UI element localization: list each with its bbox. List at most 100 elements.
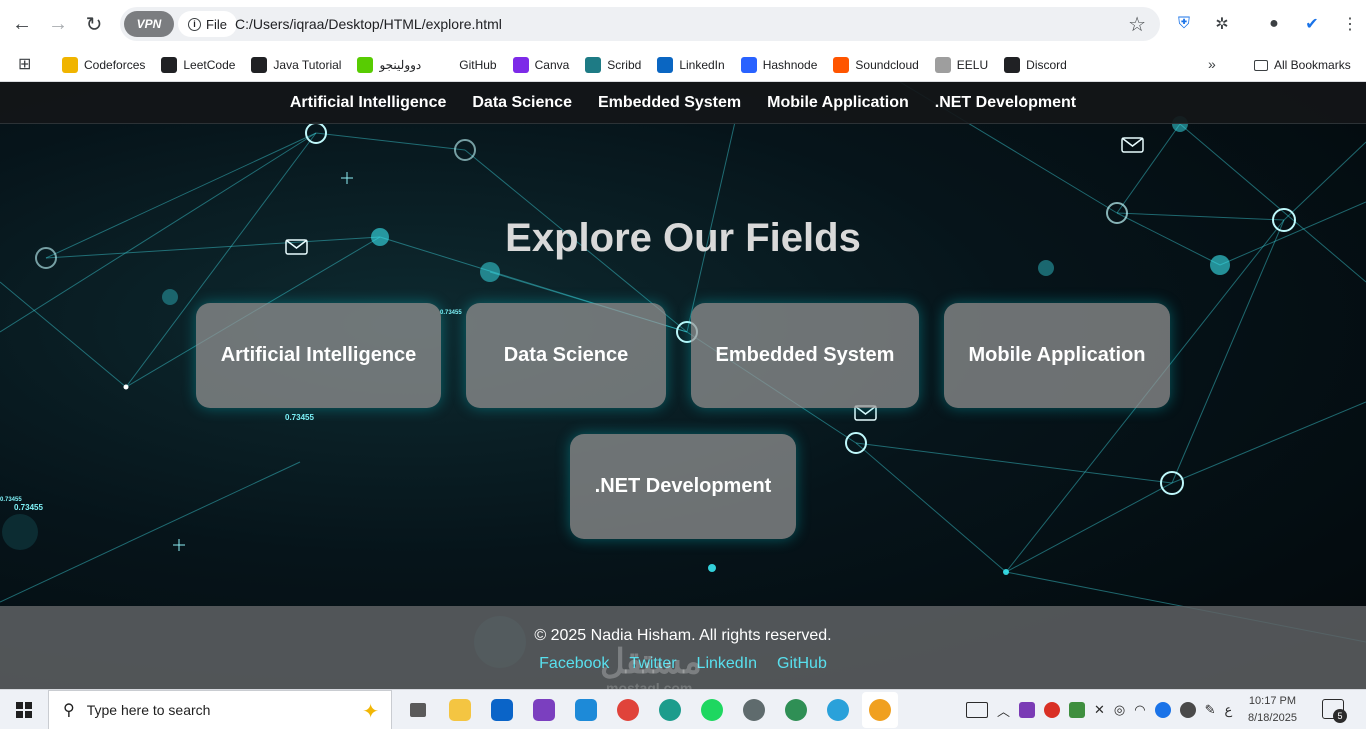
profile-icon[interactable]: ● [1262,12,1286,36]
bookmark-item[interactable]: Scribd [585,57,641,73]
chrome-icon[interactable] [610,692,646,728]
info-icon: i [188,17,201,31]
security-shield-icon[interactable]: ✔ [1300,12,1324,36]
bookmark-item[interactable]: Codeforces [62,57,145,73]
vscode-icon[interactable] [568,692,604,728]
bookmark-label: Hashnode [762,58,818,72]
file-explorer-icon[interactable] [442,692,478,728]
webcam-icon[interactable]: ◎ [1114,702,1125,718]
reload-icon[interactable]: ↻ [80,10,108,38]
nav-link-ai[interactable]: Artificial Intelligence [290,94,446,112]
page-viewport: 0.73455 0.73455 0.73455 0.73455 Artifici… [0,82,1366,689]
bookmark-favicon-icon [934,57,951,73]
start-button[interactable] [0,690,48,729]
field-card-data-science[interactable]: Data Science [466,303,666,408]
screen-icon[interactable] [966,702,988,718]
bookmark-item[interactable]: Discord [1004,57,1067,73]
field-card-embedded[interactable]: Embedded System [691,303,919,408]
puzzle-extensions-icon[interactable]: ✲ [1210,12,1234,36]
spotify-icon[interactable] [694,692,730,728]
forward-arrow-icon[interactable]: → [44,10,72,38]
bookmark-item[interactable]: دوولينجو [357,57,421,73]
nvidia-icon[interactable] [1069,702,1086,718]
menu-kebab-icon[interactable]: ⋮ [1338,12,1362,36]
bookmark-item[interactable]: LeetCode [161,57,235,73]
nav-link-dotnet[interactable]: .NET Development [935,94,1076,112]
task-view-icon[interactable] [400,692,436,728]
windows-taskbar: ⚲ Type here to search ✦ ︿ ✕ ◎ ◠ ✎ ع 10:1… [0,689,1366,729]
onedrive-work-icon[interactable] [1179,702,1196,718]
browser-toolbar: ← → ↻ VPN i File C:/Users/iqraa/Desktop/… [0,0,1366,48]
pinned-apps [400,690,898,729]
site-info-chip[interactable]: i File [178,11,237,37]
bg-number: 0.73455 [0,497,22,503]
bookmark-favicon-icon [161,57,178,73]
footer-link-facebook[interactable]: Facebook [539,655,609,673]
outlook-icon[interactable] [484,692,520,728]
speaker-muted-icon[interactable]: ✕ [1094,702,1105,718]
folder-icon [1254,59,1268,71]
search-icon: ⚲ [63,702,75,719]
bookmark-label: GitHub [459,58,497,72]
browser-active-icon[interactable] [862,692,898,728]
chrome-profile-n-icon[interactable] [778,692,814,728]
page-title: Explore Our Fields [505,216,861,260]
field-card-ai[interactable]: Artificial Intelligence [196,303,441,408]
nav-link-mobile[interactable]: Mobile Application [767,94,909,112]
bookmark-label: Codeforces [84,58,146,72]
wifi-icon[interactable]: ◠ [1134,702,1145,718]
system-tray: ︿ ✕ ◎ ◠ ✎ ع [966,690,1232,729]
bookmark-item[interactable]: LinkedIn [657,57,725,73]
more-bookmarks-icon[interactable]: » [1208,56,1216,72]
site-footer: © 2025 Nadia Hisham. All rights reserved… [0,606,1366,689]
onenote-icon[interactable] [1019,702,1036,718]
footer-link-linkedin[interactable]: LinkedIn [697,655,758,673]
bookmark-star-icon[interactable]: ☆ [1128,12,1146,37]
site-navbar: Artificial Intelligence Data Science Emb… [0,82,1366,124]
bookmark-item[interactable]: Canva [512,57,569,73]
bookmark-item[interactable]: Java Tutorial [251,57,341,73]
watermark-url: mostaql.com [606,680,693,689]
all-bookmarks-button[interactable]: All Bookmarks [1254,48,1351,82]
bookmark-favicon-icon [1004,57,1021,73]
back-arrow-icon[interactable]: ← [8,10,36,38]
bookmark-favicon-icon [437,57,454,73]
bookmark-item[interactable]: Soundcloud [833,57,919,73]
telegram-icon[interactable] [820,692,856,728]
address-bar[interactable]: VPN i File C:/Users/iqraa/Desktop/HTML/e… [120,7,1160,41]
footer-link-github[interactable]: GitHub [777,655,827,673]
bookmark-label: EELU [956,58,989,72]
visual-studio-icon[interactable] [526,692,562,728]
bg-number: 0.73455 [285,413,314,422]
nav-link-data-science[interactable]: Data Science [472,94,572,112]
taskbar-search[interactable]: ⚲ Type here to search ✦ [48,690,392,729]
edge-icon[interactable] [652,692,688,728]
field-card-dotnet[interactable]: .NET Development [570,434,796,539]
bookmark-label: Java Tutorial [273,58,342,72]
nav-link-embedded[interactable]: Embedded System [598,94,741,112]
chrome-tray-icon[interactable] [1044,702,1061,718]
notification-badge: 5 [1333,709,1347,723]
bookmark-label: LeetCode [183,58,236,72]
chrome-profile-icon[interactable] [736,692,772,728]
vpn-badge[interactable]: VPN [124,11,174,37]
extension-area: ⛨ ✲ ● ✔ ⋮ [1172,12,1362,36]
pen-icon[interactable]: ✎ [1205,702,1216,718]
bookmark-item[interactable]: Hashnode [740,57,818,73]
windows-logo-icon [16,702,32,718]
bookmark-label: LinkedIn [679,58,725,72]
language-indicator[interactable]: ع [1225,702,1233,718]
shield-extension-icon[interactable]: ⛨ [1172,12,1196,36]
url-text[interactable]: C:/Users/iqraa/Desktop/HTML/explore.html [235,16,502,32]
chevron-up-icon[interactable]: ︿ [997,701,1010,720]
system-clock[interactable]: 10:17 PM 8/18/2025 [1248,693,1297,727]
bookmark-label: Soundcloud [855,58,919,72]
bookmark-item[interactable]: GitHub [437,57,497,73]
bookmark-favicon-icon [585,57,602,73]
bookmark-item[interactable]: EELU [934,57,989,73]
onedrive-icon[interactable] [1154,702,1171,718]
bookmark-label: Scribd [607,58,642,72]
field-card-mobile[interactable]: Mobile Application [944,303,1170,408]
apps-grid-icon[interactable]: ⊞ [18,54,31,74]
sparkle-icon: ✦ [362,701,379,723]
